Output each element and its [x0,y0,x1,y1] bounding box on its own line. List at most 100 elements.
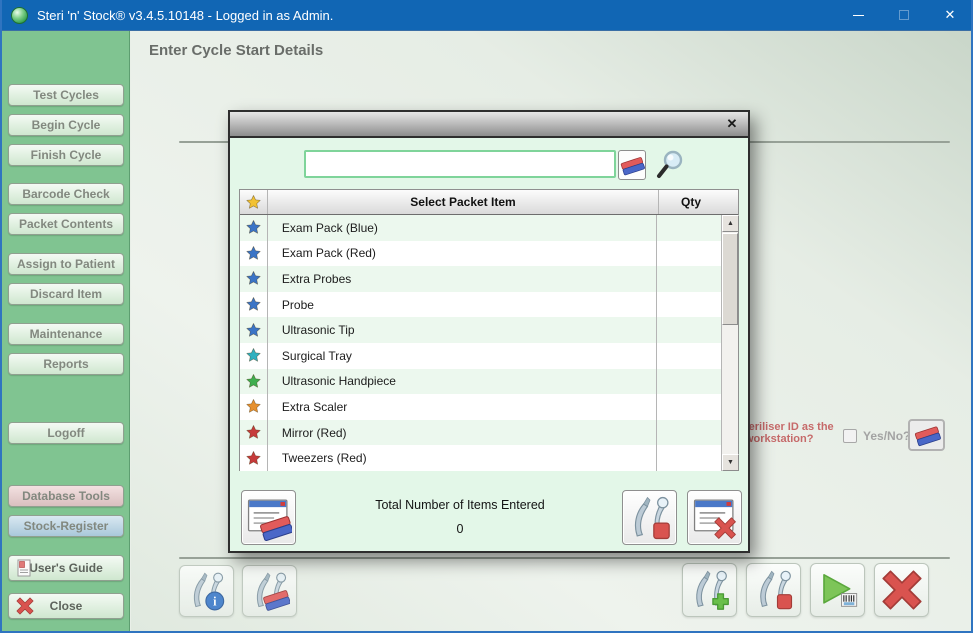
document-icon [17,559,31,577]
instruments-plus-icon [695,570,729,610]
sidebar-item-maintenance[interactable]: Maintenance [8,323,124,345]
add-item-button[interactable] [682,563,737,617]
sidebar-item-packet-contents[interactable]: Packet Contents [8,213,124,235]
item-label: Surgical Tray [281,348,352,363]
star-icon [245,270,262,287]
item-label: Tweezers (Red) [281,451,367,466]
table-row[interactable]: Extra Probes [240,266,721,292]
item-qty [656,342,721,369]
star-column-header [240,190,268,214]
total-items-label: Total Number of Items Entered [375,498,545,512]
instruments-eraser-icon [256,572,290,611]
window-close-icon [693,498,736,539]
steriliser-id-prompt: teriliser ID as the workstation? [745,421,834,445]
item-label: Probe [281,297,314,312]
minimize-icon [852,14,864,16]
sidebar-item-begin-cycle[interactable]: Begin Cycle [8,114,124,136]
item-label: Extra Scaler [281,399,348,414]
clear-form-button[interactable] [241,490,296,545]
table-row[interactable]: Ultrasonic Tip [240,317,721,343]
instruments-info-icon: i [193,572,224,611]
remove-item-button[interactable] [746,563,801,617]
minimize-button[interactable] [835,0,881,30]
app-logo-icon [11,6,28,24]
app-window: Steri 'n' Stock® v3.4.5.10148 - Logged i… [0,0,973,633]
cycle-info-button[interactable]: i [179,565,234,617]
eraser-icon [914,426,941,447]
gold-star-icon [245,194,262,211]
table-body: Exam Pack (Blue) Exam Pack (Red) Extra P… [240,215,721,471]
table-row[interactable]: Probe [240,291,721,318]
table-row[interactable]: Exam Pack (Blue) [240,215,721,241]
start-scan-button[interactable] [810,563,865,617]
qty-column-header: Qty [658,190,723,214]
table-row[interactable]: Ultrasonic Handpiece [240,368,721,395]
sidebar-item-barcode-check[interactable]: Barcode Check [8,183,124,205]
vertical-scrollbar[interactable]: ▲ ▼ [721,215,739,471]
star-icon [245,322,262,339]
table-row[interactable]: Extra Scaler [240,394,721,420]
yes-no-checkbox[interactable] [843,429,857,443]
sidebar-item-assign-to-patient[interactable]: Assign to Patient [8,253,124,275]
page-title: Enter Cycle Start Details [149,42,324,59]
star-icon [245,450,262,467]
item-qty [656,394,721,420]
sidebar-item-finish-cycle[interactable]: Finish Cycle [8,144,124,166]
search-input[interactable] [304,150,616,178]
table-row[interactable]: Surgical Tray [240,342,721,369]
scroll-thumb[interactable] [722,233,738,325]
item-label: Ultrasonic Tip [281,323,355,338]
sidebar-item-database-tools[interactable]: Database Tools [8,485,124,507]
sidebar-item-discard-item[interactable]: Discard Item [8,283,124,305]
select-packet-item-dialog: ✕ Select Packet Item Qty Exam Pack (Blue… [228,110,750,553]
sidebar-item-test-cycles[interactable]: Test Cycles [8,84,124,106]
sidebar-item-close[interactable]: Close [8,593,124,619]
table-row[interactable]: Tweezers (Red) [240,445,721,471]
table-row[interactable]: Exam Pack (Red) [240,240,721,267]
yes-no-label: Yes/No? [863,429,911,443]
window-title: Steri 'n' Stock® v3.4.5.10148 - Logged i… [37,7,334,23]
item-qty [656,215,721,241]
close-dialog-button[interactable] [687,490,742,545]
red-x-icon [16,597,34,615]
cancel-button[interactable] [874,563,929,617]
sidebar-item-users-guide[interactable]: User's Guide [8,555,124,581]
item-qty [656,266,721,292]
table-header: Select Packet Item Qty [240,190,738,215]
star-icon [245,347,262,364]
search-icon [657,150,683,178]
close-window-button[interactable]: ✕ [927,0,971,30]
scroll-down-button[interactable]: ▼ [722,454,739,471]
star-icon [245,398,262,415]
sidebar-item-logoff[interactable]: Logoff [8,422,124,444]
play-barcode-icon [822,574,857,607]
sidebar-item-label: Close [49,599,83,613]
total-items-block: Total Number of Items Entered 0 [310,498,610,536]
total-items-value: 0 [456,522,464,536]
packet-item-table: Select Packet Item Qty Exam Pack (Blue) … [239,189,739,471]
dialog-close-button[interactable]: ✕ [723,115,741,133]
table-row[interactable]: Mirror (Red) [240,419,721,446]
item-qty [656,317,721,343]
clear-yes-no-button[interactable] [908,419,945,451]
scroll-up-button[interactable]: ▲ [722,215,739,232]
item-qty [656,445,721,471]
bottom-separator [179,557,950,559]
item-label: Mirror (Red) [281,425,347,440]
item-qty [656,368,721,395]
sidebar-item-reports[interactable]: Reports [8,353,124,375]
clear-cycle-button[interactable] [242,565,297,617]
item-qty [656,240,721,267]
star-icon [245,373,262,390]
instruments-stop-icon [634,496,670,539]
sidebar-item-stock-register[interactable]: Stock-Register [8,515,124,537]
maximize-button[interactable] [881,0,927,30]
clear-search-button[interactable] [618,150,646,180]
stop-entry-button[interactable] [622,490,677,545]
item-label: Extra Probes [281,271,352,286]
instruments-stop-icon [759,570,792,610]
form-eraser-icon [247,498,292,541]
dialog-title-bar[interactable]: ✕ [230,112,748,138]
star-icon [245,219,262,236]
item-qty [656,419,721,446]
